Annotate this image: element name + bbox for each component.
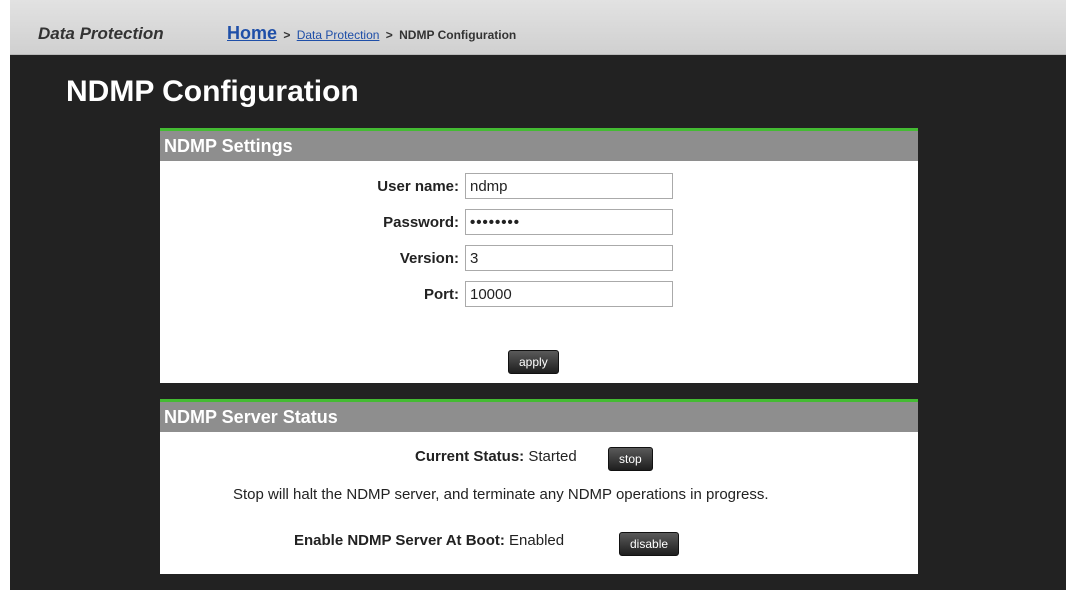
stop-button[interactable]: stop [608, 447, 653, 471]
breadcrumb-home-link[interactable]: Home [227, 23, 277, 43]
ndmp-server-status-panel: NDMP Server Status Current Status: Start… [160, 399, 918, 574]
version-field[interactable] [465, 245, 673, 271]
left-edge-strip [0, 0, 10, 590]
top-bar: Data Protection Home > Data Protection >… [10, 0, 1066, 55]
port-row: Port: [160, 281, 918, 309]
breadcrumb-separator: > [385, 28, 393, 42]
port-field[interactable] [465, 281, 673, 307]
disable-button[interactable]: disable [619, 532, 680, 556]
version-row: Version: [160, 245, 918, 273]
ndmp-server-status-heading: NDMP Server Status [160, 402, 918, 432]
boot-status-value: Enabled [509, 532, 565, 549]
stop-warning-text: Stop will halt the NDMP server, and term… [233, 486, 769, 503]
boot-status-line: Enable NDMP Server At Boot: Enabled [294, 532, 564, 549]
username-label: User name: [377, 178, 459, 195]
page-title: NDMP Configuration [66, 75, 359, 108]
username-field[interactable] [465, 173, 673, 199]
breadcrumb-current: NDMP Configuration [399, 28, 517, 42]
breadcrumb: Home > Data Protection > NDMP Configurat… [227, 23, 516, 44]
password-field[interactable] [465, 209, 673, 235]
password-row: Password: [160, 209, 918, 237]
apply-button[interactable]: apply [508, 350, 559, 374]
boot-status-label: Enable NDMP Server At Boot: [294, 532, 505, 549]
app-title: Data Protection [38, 24, 164, 43]
current-status-line: Current Status: Started [415, 448, 577, 465]
ndmp-settings-heading: NDMP Settings [160, 131, 918, 161]
current-status-label: Current Status: [415, 448, 525, 465]
current-status-value: Started [528, 448, 577, 465]
breadcrumb-data-protection-link[interactable]: Data Protection [297, 28, 380, 42]
breadcrumb-separator: > [283, 28, 291, 42]
username-row: User name: [160, 173, 918, 201]
version-label: Version: [399, 250, 459, 267]
password-label: Password: [383, 214, 459, 231]
port-label: Port: [424, 286, 459, 303]
ndmp-settings-panel: NDMP Settings User name: Password: Versi… [160, 128, 918, 383]
